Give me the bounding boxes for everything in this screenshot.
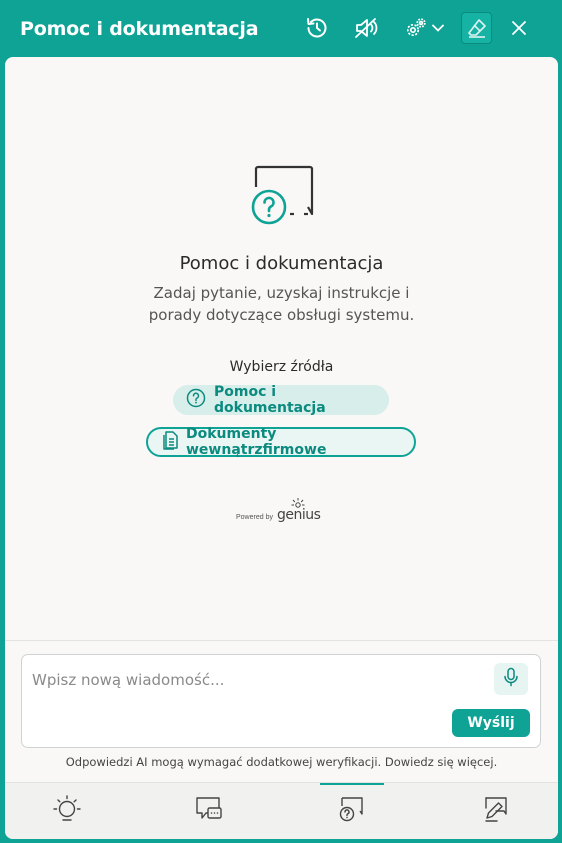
chat-icon: [194, 794, 224, 829]
document-icon: [162, 430, 178, 454]
source-chip-label: Pomoc i dokumentacja: [214, 384, 326, 416]
clear-chat-button[interactable]: [461, 12, 492, 44]
microphone-icon: [503, 667, 519, 692]
powered-by: Powered by genius: [236, 498, 321, 523]
help-chat-icon: [248, 164, 318, 231]
history-icon: [305, 16, 329, 40]
bottom-nav: [5, 782, 558, 839]
history-button[interactable]: [302, 12, 332, 44]
nav-item-chat[interactable]: [177, 783, 241, 839]
settings-icon: [404, 16, 428, 40]
mute-button[interactable]: [350, 12, 382, 44]
chat-panel: Pomoc i dokumentacja Zadaj pytanie, uzys…: [5, 57, 558, 839]
genius-brand-text: genius: [276, 507, 321, 523]
hero-title: Pomoc i dokumentacja: [179, 253, 384, 274]
window-title: Pomoc i dokumentacja: [20, 18, 259, 40]
source-chip-label: Dokumenty wewnątrzfirmowe: [186, 426, 327, 458]
question-circle-icon: [186, 388, 206, 412]
ai-disclaimer[interactable]: Odpowiedzi AI mogą wymagać dodatkowej we…: [5, 755, 558, 769]
hero-description-line-2: porady dotyczące obsługi systemu.: [148, 306, 415, 324]
divider: [5, 640, 558, 641]
title-bar: Pomoc i dokumentacja: [0, 0, 562, 57]
edit-chat-icon: [481, 794, 511, 829]
microphone-button[interactable]: [494, 663, 528, 695]
sources-label: Wybierz źródła: [229, 359, 334, 375]
assistant-window: Pomoc i dokumentacja Pomoc i dokumentacj…: [0, 0, 562, 843]
close-button[interactable]: [506, 12, 532, 44]
eraser-icon: [466, 17, 488, 39]
source-chip-help-docs[interactable]: Pomoc i dokumentacja: [173, 384, 389, 416]
send-button[interactable]: Wyślij: [452, 709, 530, 737]
lightbulb-icon: [52, 794, 82, 829]
hero-description-line-1: Zadaj pytanie, uzyskaj instrukcje i: [153, 284, 410, 302]
powered-by-label: Powered by: [236, 514, 273, 521]
settings-menu-button[interactable]: [400, 12, 448, 44]
genius-logo: genius: [276, 498, 321, 523]
nav-item-compose[interactable]: [464, 783, 528, 839]
source-chip-internal-docs[interactable]: Dokumenty wewnątrzfirmowe: [146, 426, 416, 458]
chevron-down-icon: [432, 24, 444, 32]
message-composer: Wyślij: [21, 654, 541, 748]
message-input[interactable]: [32, 669, 472, 691]
close-icon: [511, 20, 527, 36]
nav-item-help[interactable]: [320, 783, 384, 839]
help-chat-icon: [337, 794, 367, 829]
nav-item-tips[interactable]: [35, 783, 99, 839]
mute-icon: [353, 16, 379, 40]
hero-description: Zadaj pytanie, uzyskaj instrukcje i pora…: [5, 282, 558, 326]
